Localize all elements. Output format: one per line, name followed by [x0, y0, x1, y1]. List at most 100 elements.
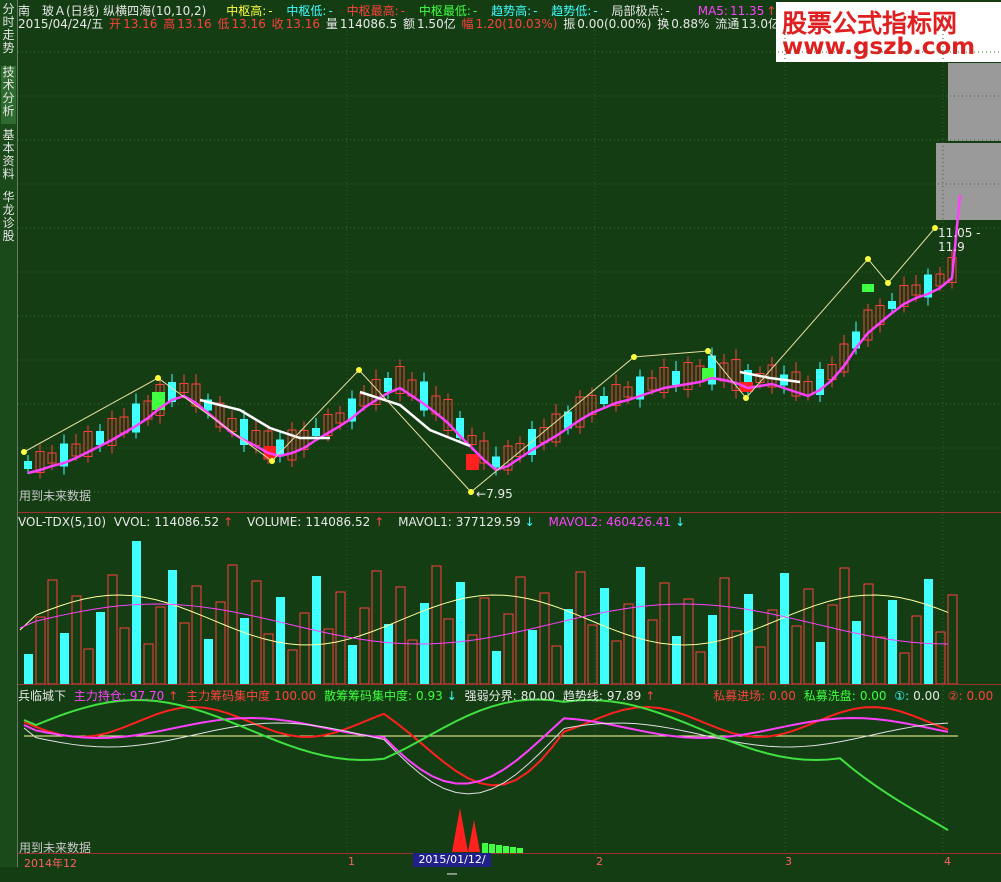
volume-bar: [755, 646, 766, 685]
volume-bar: [251, 580, 262, 685]
volume-bar: [96, 612, 105, 684]
vvol-label: VVOL:: [113, 515, 151, 529]
volume-bar: [371, 570, 382, 685]
volume-bar: [623, 603, 634, 685]
ma5-line: [27, 194, 962, 475]
volume-up-arrow-icon: ↑: [374, 515, 385, 529]
volume-bar: [431, 565, 442, 685]
volume-bar: [467, 634, 478, 685]
volume-bar: [587, 624, 598, 685]
candle-body: [24, 461, 32, 469]
private-entry-spike: [452, 808, 480, 852]
trend-line-value: 97.89: [606, 689, 642, 703]
axis-tick-apr: 4: [944, 855, 951, 868]
volume-bar: [276, 597, 285, 684]
volume-bar: [503, 613, 514, 685]
vvol-up-arrow-icon: ↑: [223, 515, 234, 529]
low-price-value: 7.95: [486, 487, 513, 501]
chart-canvas[interactable]: [0, 0, 1001, 867]
main-concentration-label: 主力筹码集中度: [186, 689, 271, 703]
vvol-value: 114086.52: [154, 515, 220, 529]
volume-bar: [719, 577, 730, 685]
volume-bar: [816, 642, 825, 684]
volume-bar: [323, 628, 334, 685]
time-axis: [18, 853, 1001, 868]
volume-bar: [683, 598, 694, 685]
mavol1-down-arrow-icon: ↓: [524, 515, 535, 529]
volume-bar: [60, 633, 69, 684]
private-wash-bar: [496, 845, 502, 853]
volume-indicator-name[interactable]: VOL-TDX(5,10): [18, 515, 106, 529]
volume-bar: [791, 625, 802, 685]
volume-bar: [539, 592, 550, 685]
axis-tick-mar: 3: [785, 855, 792, 868]
volume-bar: [395, 586, 406, 685]
retail-concentration-label: 散筹筹码集中度:: [323, 689, 413, 703]
mavol2-down-arrow-icon: ↓: [675, 515, 686, 529]
trend-line-label: 趋势线:: [562, 689, 603, 703]
volume-bar: [71, 595, 82, 685]
volume-bar: [839, 567, 850, 685]
candle-body: [276, 439, 284, 457]
mavol2-line: [19, 603, 949, 645]
volume-bar: [672, 636, 681, 684]
volume-bar: [287, 649, 298, 685]
strength-boundary-label: 强弱分界:: [464, 689, 517, 703]
volume-bar: [143, 643, 154, 685]
private-wash-bar: [503, 846, 509, 853]
volume-bar: [107, 574, 118, 685]
retail-concentration-value: 0.93: [416, 689, 443, 703]
volume-bar: [335, 591, 346, 685]
panel-divider-volume: [18, 512, 1001, 513]
volume-bar: [479, 597, 490, 685]
pivot-dot: [356, 367, 362, 373]
volume-bar: [636, 567, 645, 684]
mavol2-value: 460426.41: [606, 515, 672, 529]
private-wash-bar: [482, 843, 488, 853]
marker1-label: ①:: [894, 689, 910, 703]
main-position-up-arrow-icon: ↑: [168, 689, 179, 703]
volume-bar: [384, 624, 393, 684]
marker1-value: 0.00: [913, 689, 940, 703]
volume-bar: [611, 640, 622, 685]
private-entry-value: 0.00: [769, 689, 796, 703]
volume-bar: [528, 630, 537, 684]
signal-candle-red: [466, 454, 479, 470]
pivot-dot: [155, 375, 161, 381]
volume-bar: [647, 619, 658, 685]
indicator-name[interactable]: 兵临城下: [18, 689, 66, 703]
pivot-dot: [865, 256, 871, 262]
volume-bar: [863, 583, 874, 685]
volume-bar: [407, 639, 418, 685]
main-position-line: [23, 717, 949, 785]
volume-panel-header: VOL-TDX(5,10) VVOL: 114086.52 ↑ VOLUME: 114…: [18, 515, 689, 529]
main-concentration-value: 100.00: [274, 689, 317, 703]
volume-bar: [215, 601, 226, 685]
volume-bar: [132, 541, 141, 684]
private-entry-label: 私募进场:: [713, 689, 766, 703]
cursor-date-label: 2015/01/12/一: [413, 853, 491, 881]
private-wash-bar: [489, 844, 495, 853]
volume-bar: [24, 654, 33, 684]
indicator-panel-header: 兵临城下 主力持仓: 97.70 ↑ 主力筹码集中度 100.00 散筹筹码集中度: 0…: [18, 687, 997, 704]
pivot-dot: [21, 449, 27, 455]
volume-bar: [155, 606, 166, 685]
volume-bar: [803, 588, 814, 685]
mavol2-label: MAVOL2:: [548, 515, 603, 529]
volume-bar: [359, 607, 370, 685]
strength-boundary-value: 80.00: [520, 689, 556, 703]
volume-bar: [731, 630, 742, 685]
candle-body: [384, 378, 392, 392]
low-price-label: ←7.95: [476, 487, 513, 501]
volume-bar: [899, 652, 910, 685]
pivot-dot: [468, 489, 474, 495]
volume-bar: [875, 636, 886, 685]
pivot-dot: [705, 348, 711, 354]
volume-bar: [551, 645, 562, 685]
pivot-dot: [631, 354, 637, 360]
axis-tick-dec: 2014年12: [24, 857, 77, 870]
candle-body: [492, 456, 500, 468]
main-position-value: 97.70: [129, 689, 165, 703]
volume-bar: [456, 582, 465, 684]
private-wash-value: 0.00: [859, 689, 887, 703]
